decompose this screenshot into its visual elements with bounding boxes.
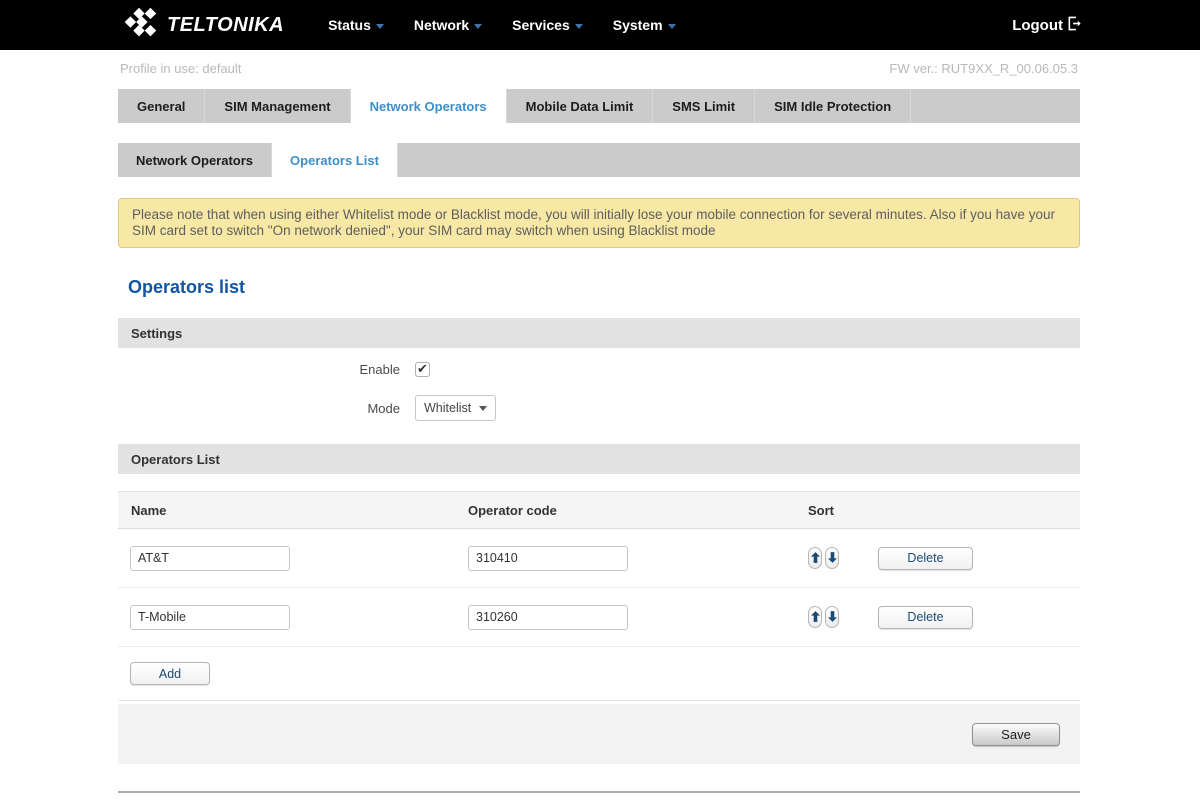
mode-label: Mode — [118, 401, 415, 416]
nav-services[interactable]: Services — [512, 17, 583, 33]
sort-up-button[interactable] — [808, 547, 822, 569]
fw-version: FW ver.: RUT9XX_R_00.06.05.3 — [889, 61, 1078, 76]
nav-status[interactable]: Status — [328, 17, 384, 33]
teltonika-diamonds-icon — [118, 6, 160, 45]
logout-button[interactable]: Logout — [1012, 16, 1082, 35]
operators-section-header: Operators List — [118, 444, 1080, 474]
profile-in-use: Profile in use: default — [120, 61, 241, 76]
nav-network-label: Network — [414, 17, 469, 33]
top-bar: TELTONIKA Status Network Services System… — [0, 0, 1200, 50]
enable-checkbox[interactable] — [415, 362, 430, 377]
operator-code-input[interactable] — [468, 605, 628, 630]
settings-section-header: Settings — [118, 318, 1080, 348]
tab-network-operators[interactable]: Network Operators — [351, 89, 507, 123]
main-tabbar: General SIM Management Network Operators… — [118, 89, 1080, 123]
add-button[interactable]: Add — [130, 662, 210, 685]
tab-label: Mobile Data Limit — [526, 99, 634, 114]
delete-button[interactable]: Delete — [878, 606, 973, 629]
nav-services-label: Services — [512, 17, 570, 33]
operator-name-input[interactable] — [130, 546, 290, 571]
tab-label: SMS Limit — [672, 99, 735, 114]
table-header-row: Name Operator code Sort — [118, 491, 1080, 529]
tab-label: Network Operators — [136, 153, 253, 168]
column-header-sort: Sort — [808, 503, 878, 518]
arrow-up-icon — [811, 610, 820, 625]
column-header-name: Name — [118, 503, 468, 518]
tab-label: SIM Management — [224, 99, 330, 114]
tab-sms-limit[interactable]: SMS Limit — [653, 89, 755, 123]
logout-exit-icon — [1067, 16, 1082, 35]
operator-name-input[interactable] — [130, 605, 290, 630]
page-title: Operators list — [128, 277, 1080, 298]
nav-system[interactable]: System — [613, 17, 676, 33]
arrow-down-icon — [828, 610, 837, 625]
tab-label: Network Operators — [370, 99, 487, 114]
sub-tabbar: Network Operators Operators List — [118, 143, 1080, 177]
subtab-network-operators[interactable]: Network Operators — [118, 143, 272, 177]
tab-label: General — [137, 99, 185, 114]
sort-down-button[interactable] — [825, 606, 839, 628]
arrow-down-icon — [828, 551, 837, 566]
bottom-divider — [118, 791, 1080, 793]
chevron-down-icon — [376, 24, 384, 29]
column-header-operator-code: Operator code — [468, 503, 808, 518]
subtab-operators-list[interactable]: Operators List — [272, 143, 398, 177]
chevron-down-icon — [575, 24, 583, 29]
enable-label: Enable — [118, 362, 415, 377]
nav-network[interactable]: Network — [414, 17, 482, 33]
meta-row: Profile in use: default FW ver.: RUT9XX_… — [118, 50, 1080, 89]
chevron-down-icon — [479, 406, 487, 411]
tab-label: SIM Idle Protection — [774, 99, 891, 114]
table-row: Delete — [118, 529, 1080, 588]
main-nav: Status Network Services System — [328, 17, 675, 33]
chevron-down-icon — [474, 24, 482, 29]
nav-status-label: Status — [328, 17, 371, 33]
add-row: Add — [118, 647, 1080, 701]
logout-label: Logout — [1012, 17, 1063, 34]
mode-select-value: Whitelist — [424, 401, 471, 415]
operator-code-input[interactable] — [468, 546, 628, 571]
sort-down-button[interactable] — [825, 547, 839, 569]
arrow-up-icon — [811, 551, 820, 566]
chevron-down-icon — [668, 24, 676, 29]
tab-sim-management[interactable]: SIM Management — [205, 89, 350, 123]
tab-general[interactable]: General — [118, 89, 205, 123]
table-row: Delete — [118, 588, 1080, 647]
enable-row: Enable — [118, 362, 1080, 377]
footer-bar: Save — [118, 704, 1080, 764]
save-button[interactable]: Save — [972, 723, 1060, 746]
tab-mobile-data-limit[interactable]: Mobile Data Limit — [507, 89, 654, 123]
brand-name: TELTONIKA — [167, 14, 284, 37]
brand-logo: TELTONIKA — [118, 6, 284, 45]
mode-select[interactable]: Whitelist — [415, 395, 496, 421]
mode-row: Mode Whitelist — [118, 395, 1080, 421]
tab-sim-idle-protection[interactable]: SIM Idle Protection — [755, 89, 911, 123]
nav-system-label: System — [613, 17, 663, 33]
tab-label: Operators List — [290, 153, 379, 168]
delete-button[interactable]: Delete — [878, 547, 973, 570]
warning-notice: Please note that when using either White… — [118, 198, 1080, 248]
sort-up-button[interactable] — [808, 606, 822, 628]
